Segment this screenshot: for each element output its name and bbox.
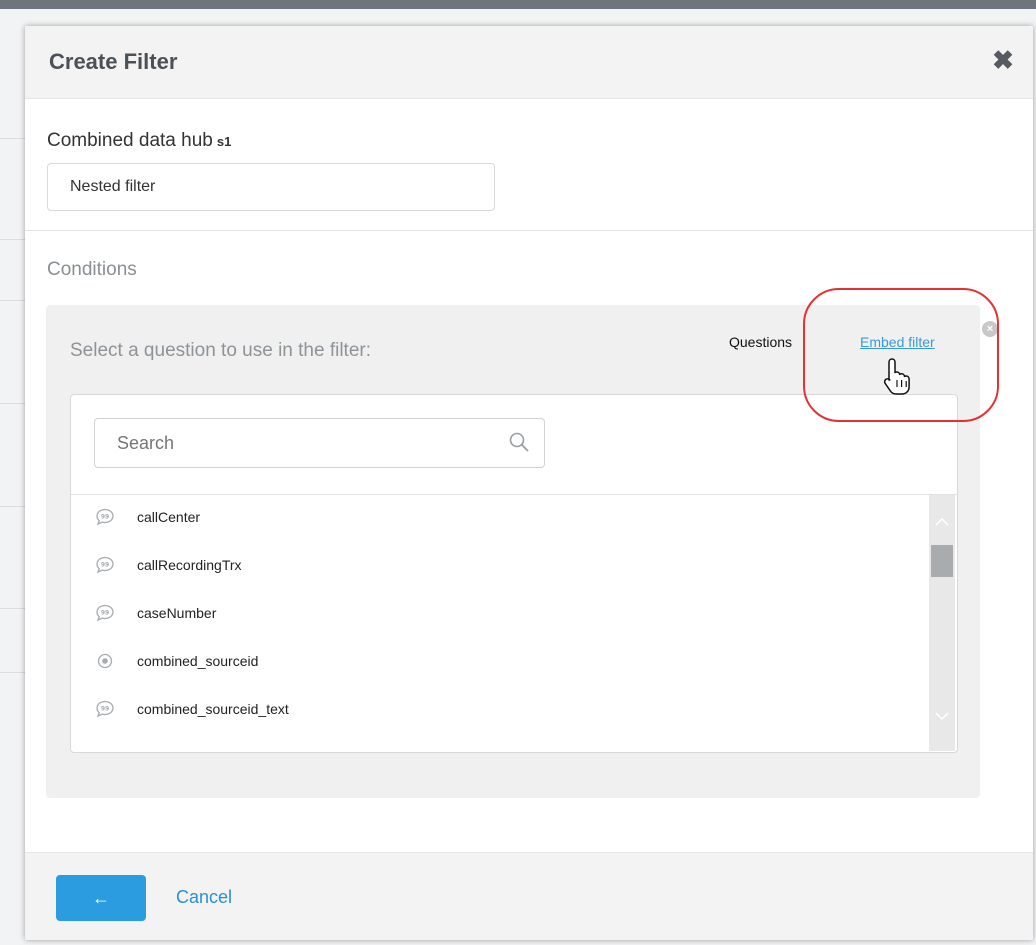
chevron-down-icon[interactable] — [933, 709, 951, 723]
question-item[interactable]: 99 combined_sourceid_text — [71, 687, 929, 735]
open-text-question-icon: 99 — [96, 700, 114, 718]
section-divider — [25, 230, 1033, 231]
dialog-footer: ← Cancel — [25, 852, 1033, 940]
conditions-heading: Conditions — [47, 259, 137, 280]
question-label: combined_sourceid_text — [137, 701, 289, 717]
tab-embed-filter[interactable]: Embed filter — [860, 334, 935, 350]
svg-text:99: 99 — [101, 562, 109, 569]
question-item[interactable]: 99 callCenter — [71, 495, 929, 543]
remove-circle-icon[interactable]: × — [982, 321, 998, 337]
close-icon[interactable]: ✖ — [989, 46, 1017, 74]
open-text-question-icon: 99 — [96, 556, 114, 574]
single-choice-question-icon — [97, 653, 113, 669]
scrollbar-thumb[interactable] — [931, 545, 953, 577]
question-item[interactable]: combined_sourceid — [71, 639, 929, 687]
open-text-question-icon: 99 — [96, 508, 114, 526]
svg-text:99: 99 — [101, 610, 109, 617]
cancel-button[interactable]: Cancel — [176, 887, 232, 908]
select-question-prompt: Select a question to use in the filter: — [70, 340, 372, 361]
hand-pointer-icon — [883, 358, 910, 395]
question-picker: 99 callCenter 99 callRecordingTrx 99 — [70, 394, 958, 753]
question-label: combined_sourceid — [137, 653, 259, 669]
filter-name-input[interactable] — [47, 163, 495, 211]
question-item[interactable]: 99 callRecordingTrx — [71, 543, 929, 591]
back-button[interactable]: ← — [56, 875, 146, 921]
search-icon — [509, 432, 529, 452]
question-label: callCenter — [137, 509, 201, 525]
dialog-header: Create Filter ✖ — [25, 26, 1033, 99]
chevron-up-icon[interactable] — [933, 515, 951, 529]
app-top-bar — [0, 0, 1036, 9]
dialog-title: Create Filter — [49, 49, 178, 74]
question-label: callRecordingTrx — [137, 557, 242, 573]
data-hub-label: Combined data hub s1 — [47, 130, 231, 152]
condition-panel: Select a question to use in the filter: … — [46, 305, 980, 798]
tab-questions[interactable]: Questions — [729, 334, 792, 350]
create-filter-dialog: Create Filter ✖ Combined data hubs1 Cond… — [25, 26, 1033, 940]
question-list-scrollbar[interactable] — [929, 495, 955, 751]
data-hub-suffix: s1 — [216, 134, 232, 149]
question-list: 99 callCenter 99 callRecordingTrx 99 cas… — [71, 495, 929, 752]
search-input[interactable] — [94, 418, 545, 468]
svg-text:99: 99 — [101, 514, 109, 521]
open-text-question-icon: 99 — [96, 604, 114, 622]
data-hub-name: Combined data hub — [47, 130, 213, 151]
question-label: caseNumber — [137, 605, 217, 621]
question-item[interactable]: 99 caseNumber — [71, 591, 929, 639]
svg-text:99: 99 — [101, 706, 109, 713]
